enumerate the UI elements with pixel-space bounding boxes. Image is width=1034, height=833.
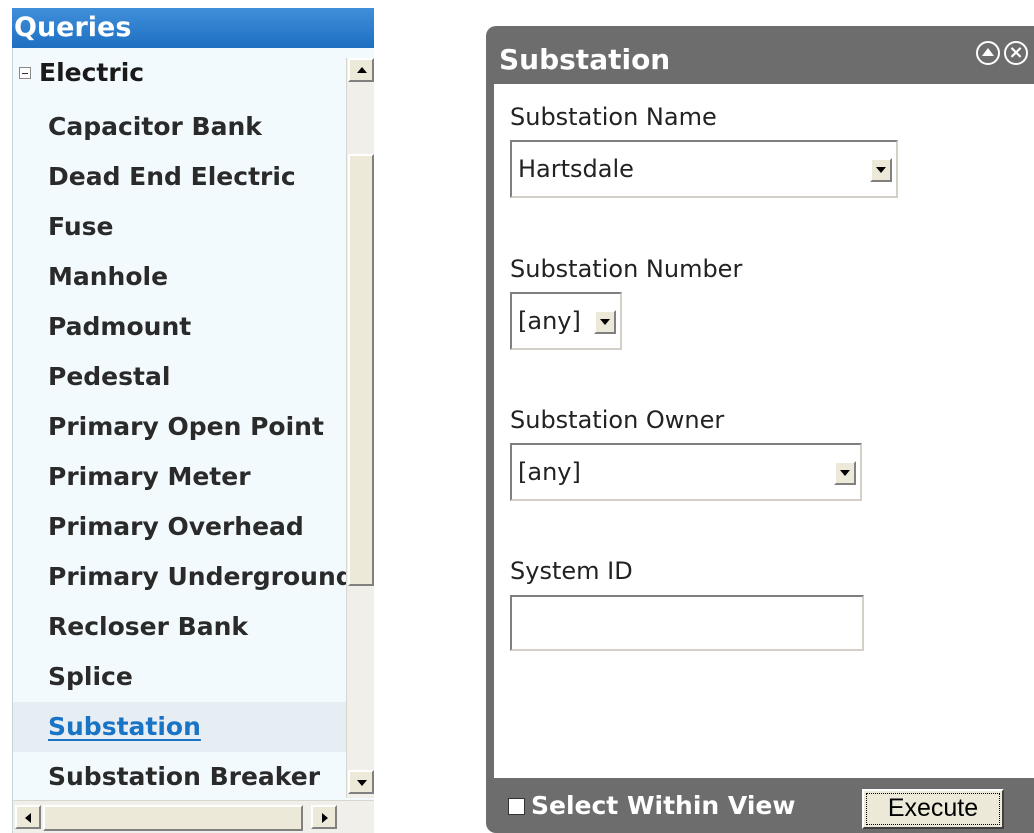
tree-item-padmount[interactable]: Padmount: [48, 302, 191, 352]
arrow-down-icon: [357, 780, 367, 786]
collapse-up-icon[interactable]: [976, 41, 1000, 65]
system-id-label: System ID: [510, 557, 633, 585]
panel-title: Substation: [499, 43, 671, 76]
scroll-right-button[interactable]: [311, 805, 337, 829]
substation-number-select[interactable]: [any]: [510, 292, 622, 350]
vertical-scrollbar[interactable]: [346, 58, 374, 798]
execute-button[interactable]: Execute: [862, 789, 1004, 829]
select-within-view-label[interactable]: Select Within View: [531, 788, 795, 824]
horizontal-scrollbar[interactable]: [13, 800, 374, 833]
scroll-left-button[interactable]: [15, 805, 41, 829]
queries-tree: Electric Capacitor Bank Dead End Electri…: [12, 48, 374, 833]
tree-item-substation[interactable]: Substation: [48, 702, 201, 752]
collapse-minus-icon[interactable]: [19, 67, 31, 79]
system-id-field[interactable]: [510, 595, 864, 651]
tree-item-fuse[interactable]: Fuse: [48, 202, 113, 252]
panel-footer: Select Within View Execute: [494, 778, 1034, 833]
substation-owner-select[interactable]: [any]: [510, 443, 862, 501]
chevron-down-icon: [876, 167, 886, 173]
tree-item-capacitor-bank[interactable]: Capacitor Bank: [48, 102, 262, 152]
substation-name-label: Substation Name: [510, 103, 717, 131]
panel-form: Substation Name Hartsdale Substation Num…: [494, 84, 1034, 778]
chevron-down-icon: [840, 470, 850, 476]
arrow-left-icon: [25, 813, 31, 823]
queries-panel: Queries Electric Capacitor Bank Dead End…: [12, 8, 374, 833]
tree-item-pedestal[interactable]: Pedestal: [48, 352, 170, 402]
substation-name-select[interactable]: Hartsdale: [510, 140, 898, 198]
tree-item-recloser-bank[interactable]: Recloser Bank: [48, 602, 248, 652]
substation-query-panel: Substation × Substation Name Hartsdale S…: [486, 26, 1034, 833]
scroll-up-button[interactable]: [348, 58, 374, 82]
substation-owner-value: [any]: [518, 458, 581, 486]
vertical-scroll-thumb[interactable]: [348, 154, 374, 586]
tree-item-substation-breaker[interactable]: Substation Breaker: [48, 752, 320, 802]
tree-group-label: Electric: [39, 58, 145, 87]
tree-item-manhole[interactable]: Manhole: [48, 252, 168, 302]
dropdown-button[interactable]: [870, 158, 892, 182]
substation-name-value: Hartsdale: [518, 155, 634, 183]
select-within-view-checkbox[interactable]: [508, 798, 525, 815]
tree-item-primary-overhead[interactable]: Primary Overhead: [48, 502, 304, 552]
tree-group-electric[interactable]: Electric: [13, 48, 144, 98]
horizontal-scroll-thumb[interactable]: [43, 805, 303, 831]
chevron-down-icon: [600, 319, 610, 325]
arrow-up-icon: [357, 67, 367, 73]
tree-item-primary-open-point[interactable]: Primary Open Point: [48, 402, 324, 452]
substation-number-label: Substation Number: [510, 255, 743, 283]
dropdown-button[interactable]: [594, 310, 616, 334]
tree-item-primary-meter[interactable]: Primary Meter: [48, 452, 251, 502]
queries-header: Queries: [12, 8, 374, 48]
tree-item-primary-underground[interactable]: Primary Underground: [48, 552, 354, 602]
dropdown-button[interactable]: [834, 461, 856, 485]
close-icon[interactable]: ×: [1004, 41, 1028, 65]
scroll-down-button[interactable]: [348, 770, 374, 794]
substation-owner-label: Substation Owner: [510, 406, 725, 434]
arrow-right-icon: [322, 813, 328, 823]
tree-item-splice[interactable]: Splice: [48, 652, 133, 702]
tree-item-dead-end-electric[interactable]: Dead End Electric: [48, 152, 296, 202]
substation-number-value: [any]: [518, 307, 581, 335]
